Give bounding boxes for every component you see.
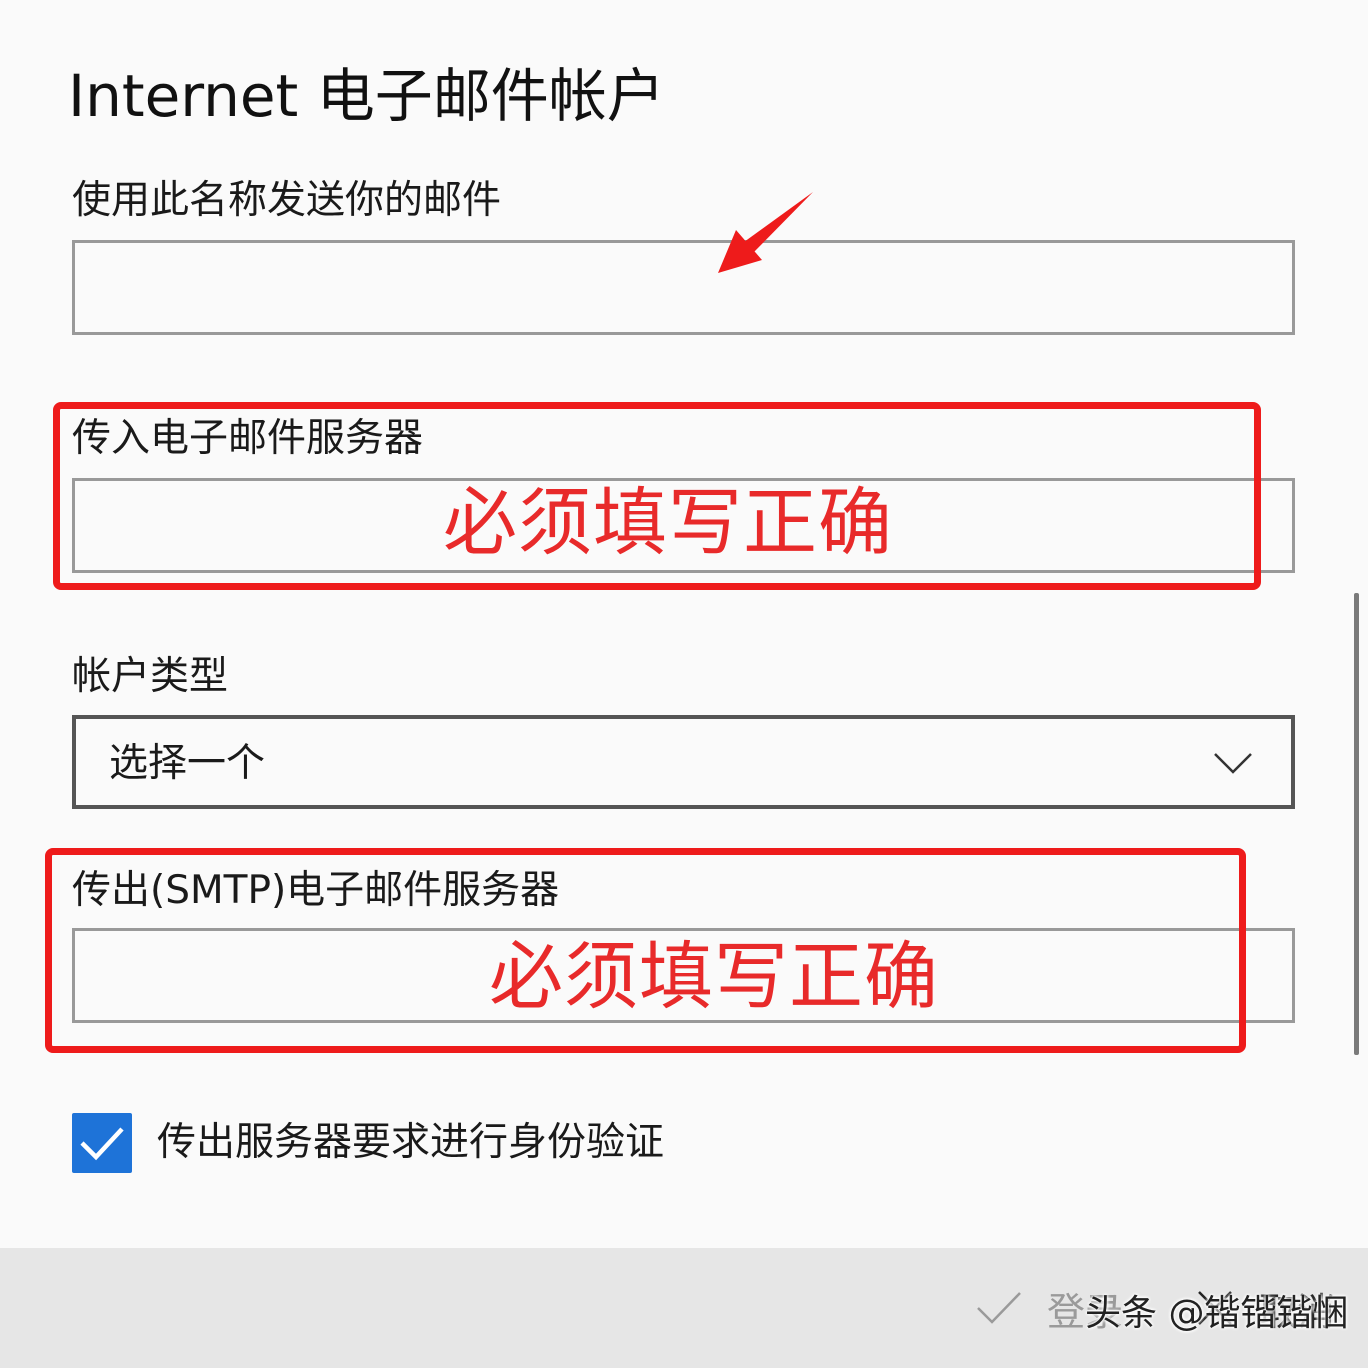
account-type-value: 选择一个: [109, 741, 266, 786]
account-type-select[interactable]: 选择一个: [72, 715, 1295, 809]
auth-checkbox-label: 传出服务器要求进行身份验证: [157, 1120, 665, 1165]
watermark: 头条 @锴锴锴悃: [1085, 1293, 1349, 1334]
arrow-annotation-icon: [718, 192, 813, 273]
checkmark-icon: [80, 1127, 124, 1161]
page-title: Internet 电子邮件帐户: [68, 62, 665, 130]
incoming-annotation-text: 必须填写正确: [443, 480, 893, 566]
chevron-down-icon: [1214, 753, 1252, 774]
outgoing-annotation-text: 必须填写正确: [489, 934, 939, 1020]
scrollbar[interactable]: [1354, 593, 1359, 1055]
display-name-input[interactable]: [72, 240, 1295, 335]
auth-checkbox[interactable]: [72, 1113, 132, 1173]
display-name-label: 使用此名称发送你的邮件: [72, 178, 502, 223]
checkmark-icon: [977, 1292, 1021, 1324]
account-type-label: 帐户类型: [72, 654, 229, 699]
